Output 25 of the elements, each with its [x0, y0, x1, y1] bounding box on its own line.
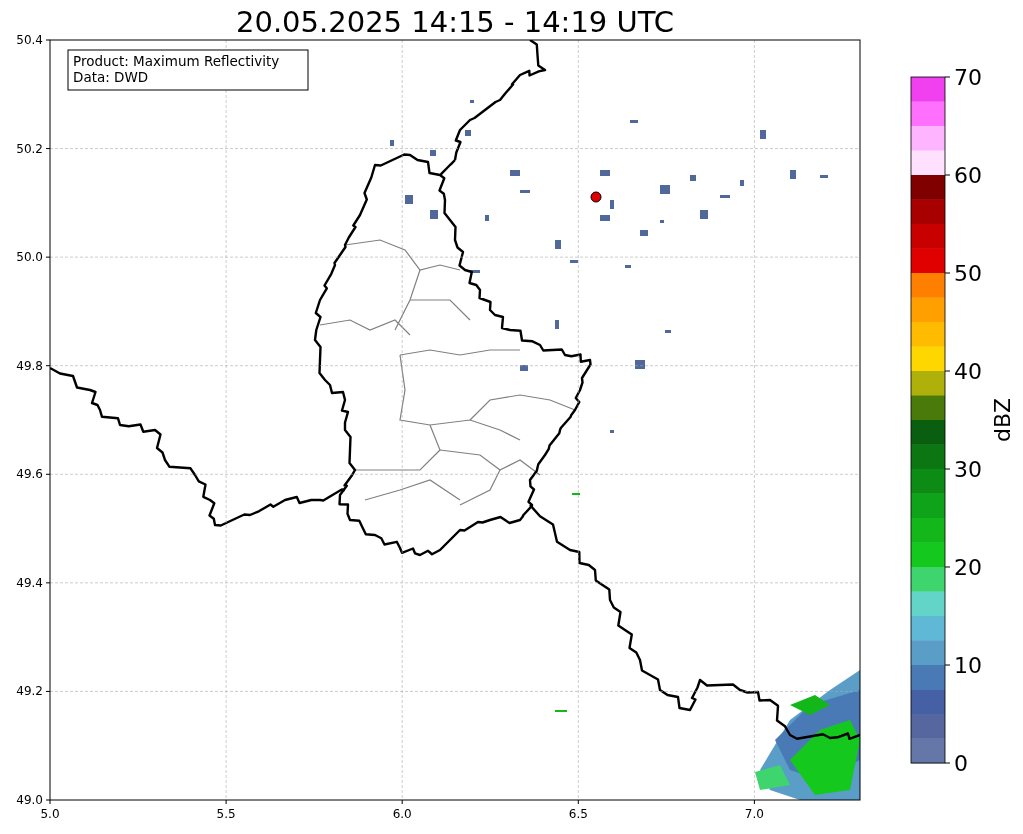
- y-axis-tick-label: 49.0: [16, 793, 43, 807]
- colorbar-tick-label: 30: [954, 457, 982, 482]
- colorbar-tick-label: 20: [954, 555, 982, 580]
- x-axis-tick-label: 5.0: [40, 807, 60, 821]
- y-axis-tick-label: 50.2: [16, 141, 43, 156]
- legend-text: Product: Maximum Reflectivity: [73, 53, 280, 69]
- x-axis-tick-label: 5.5: [216, 807, 236, 821]
- y-axis-tick-label: 49.2: [16, 684, 43, 699]
- colorbar-label: dBZ: [990, 397, 1015, 443]
- x-axis-tick-label: 6.0: [392, 807, 412, 821]
- y-axis-tick-label: 50.4: [16, 33, 43, 47]
- y-axis-tick-label: 49.8: [16, 358, 43, 373]
- y-axis-tick-label: 49.4: [16, 575, 43, 590]
- legend-text: Data: DWD: [73, 69, 149, 85]
- colorbar-tick-label: 60: [954, 163, 982, 188]
- y-axis-tick-label: 49.6: [16, 467, 43, 482]
- x-axis-tick-label: 7.0: [744, 807, 764, 821]
- chart-title: 20.05.2025 14:15 - 14:19 UTC: [236, 5, 674, 39]
- x-axis-tick-label: 6.5: [568, 807, 588, 821]
- colorbar-tick-label: 10: [954, 653, 982, 678]
- colorbar-tick-label: 50: [954, 261, 982, 286]
- colorbar-tick-label: 0: [954, 751, 968, 776]
- colorbar-tick-label: 70: [954, 65, 982, 90]
- colorbar-tick-label: 40: [954, 359, 982, 384]
- y-axis-tick-label: 50.0: [16, 250, 43, 265]
